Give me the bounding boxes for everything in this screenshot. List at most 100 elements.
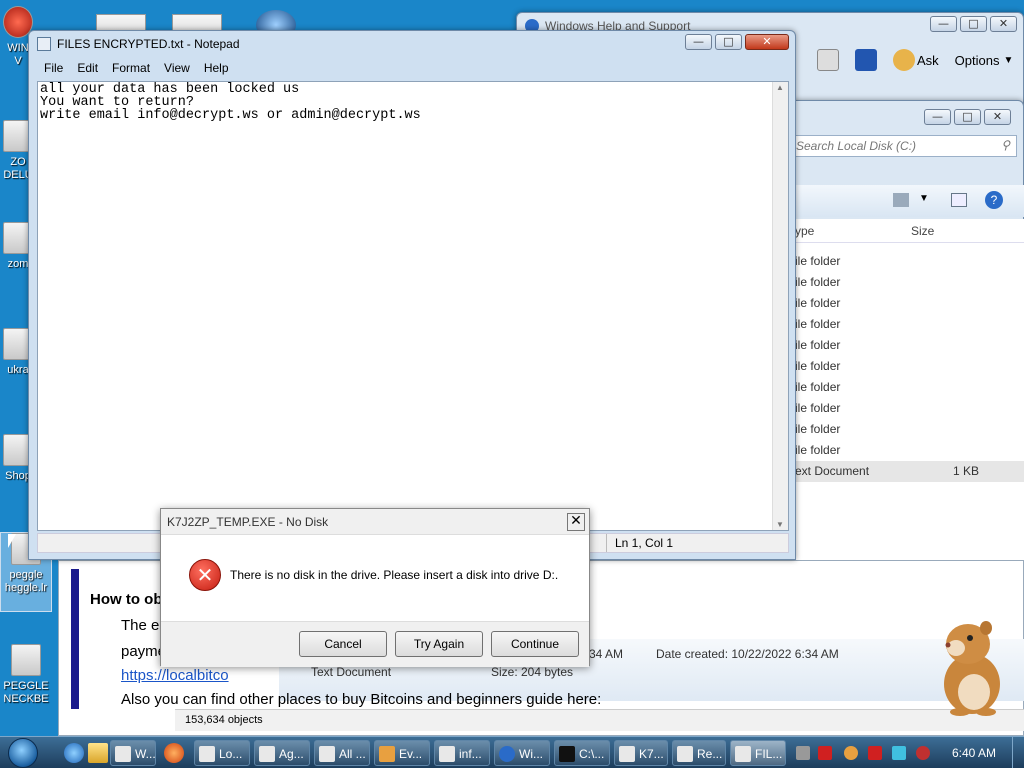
- chevron-down-icon: ▼: [1003, 54, 1014, 66]
- file-row[interactable]: ile folder: [781, 335, 1024, 356]
- taskbar-button[interactable]: K7...: [614, 740, 668, 766]
- notepad-icon: [37, 37, 51, 51]
- file-row[interactable]: ile folder: [781, 419, 1024, 440]
- flag-icon[interactable]: [868, 746, 882, 760]
- network-icon[interactable]: [892, 746, 906, 760]
- menu-view[interactable]: View: [157, 59, 197, 79]
- file-row-selected[interactable]: ext Document 1 KB: [781, 461, 1024, 482]
- chevron-down-icon[interactable]: ▼: [919, 193, 929, 204]
- file-row[interactable]: ile folder: [781, 398, 1024, 419]
- error-icon: ✕: [189, 559, 221, 591]
- start-button[interactable]: [8, 738, 38, 768]
- continue-button[interactable]: Continue: [491, 631, 579, 657]
- explorer-folder-icon[interactable]: [88, 743, 108, 763]
- taskbar-button-active[interactable]: FIL...: [730, 740, 786, 766]
- file-row[interactable]: ile folder: [781, 251, 1024, 272]
- taskbar-button[interactable]: Lo...: [194, 740, 250, 766]
- menu-help[interactable]: Help: [197, 59, 236, 79]
- editor-content[interactable]: all your data has been locked us You want…: [40, 83, 421, 123]
- dialog-footer: Cancel Try Again Continue: [161, 621, 589, 667]
- desktop-icon-label: peggle heggle.lr: [4, 569, 48, 594]
- details-modified: 34 AM: [589, 647, 624, 661]
- taskbar-button[interactable]: Ag...: [254, 740, 310, 766]
- dialog-titlebar[interactable]: K7J2ZP_TEMP.EXE - No Disk ✕: [161, 509, 589, 535]
- desktop-icon-label: ukra: [7, 364, 29, 376]
- menu-edit[interactable]: Edit: [70, 59, 105, 79]
- search-icon[interactable]: ⚲: [1001, 138, 1010, 152]
- scroll-up-icon[interactable]: ▲: [776, 83, 784, 92]
- column-type[interactable]: ype: [795, 224, 814, 238]
- views-icon[interactable]: [893, 193, 909, 207]
- minimize-button[interactable]: —: [930, 16, 957, 32]
- show-desktop-button[interactable]: [1012, 737, 1024, 768]
- tray-search-icon[interactable]: [844, 746, 858, 760]
- details-size: Size: 204 bytes: [491, 665, 574, 679]
- notepad-titlebar[interactable]: FILES ENCRYPTED.txt - Notepad — □ ✕: [29, 31, 795, 57]
- file-row[interactable]: ile folder: [781, 440, 1024, 461]
- close-button[interactable]: ✕: [990, 16, 1017, 32]
- scroll-down-icon[interactable]: ▼: [776, 520, 784, 529]
- taskbar-button-label: FIL...: [755, 747, 783, 761]
- close-button[interactable]: ✕: [984, 109, 1011, 125]
- taskbar-button[interactable]: C:\...: [554, 740, 610, 766]
- taskbar-button[interactable]: Ev...: [374, 740, 430, 766]
- text-editor[interactable]: all your data has been locked us You want…: [37, 81, 789, 531]
- print-icon[interactable]: [817, 49, 839, 71]
- tray-icon[interactable]: [818, 746, 832, 760]
- clock[interactable]: 6:40 AM: [952, 746, 996, 760]
- ask-button[interactable]: Ask: [917, 53, 939, 68]
- minimize-button[interactable]: —: [685, 34, 712, 50]
- bitcoin-link[interactable]: https://localbitco: [121, 667, 229, 684]
- app-quick-icon[interactable]: [164, 743, 184, 763]
- file-type: ile folder: [795, 443, 841, 457]
- vertical-scrollbar[interactable]: ▲ ▼: [772, 82, 788, 530]
- desktop-icon-label: WIN V: [7, 42, 29, 67]
- help-icon[interactable]: ?: [985, 191, 1003, 209]
- notepad-window[interactable]: FILES ENCRYPTED.txt - Notepad — □ ✕ File…: [28, 30, 796, 560]
- taskbar-button-label: inf...: [459, 747, 482, 761]
- menu-format[interactable]: Format: [105, 59, 157, 79]
- internet-explorer-icon[interactable]: [64, 743, 84, 763]
- taskbar-button[interactable]: Re...: [672, 740, 726, 766]
- file-type: ile folder: [795, 338, 841, 352]
- close-button[interactable]: ✕: [745, 34, 789, 50]
- file-type: ile folder: [795, 401, 841, 415]
- column-size[interactable]: Size: [911, 224, 934, 238]
- dialog-message: There is no disk in the drive. Please in…: [230, 568, 559, 582]
- file-type: ile folder: [795, 380, 841, 394]
- close-icon[interactable]: ✕: [567, 513, 585, 531]
- cancel-button[interactable]: Cancel: [299, 631, 387, 657]
- no-disk-dialog[interactable]: K7J2ZP_TEMP.EXE - No Disk ✕ ✕ There is n…: [160, 508, 590, 667]
- file-row[interactable]: ile folder: [781, 314, 1024, 335]
- file-type: ext Document: [795, 464, 870, 478]
- taskbar-button[interactable]: All ...: [314, 740, 370, 766]
- menu-file[interactable]: File: [37, 59, 70, 79]
- taskbar-button[interactable]: inf...: [434, 740, 490, 766]
- preview-pane-icon[interactable]: [951, 193, 967, 207]
- maximize-button[interactable]: □: [960, 16, 987, 32]
- taskbar-button[interactable]: Wi...: [494, 740, 550, 766]
- file-type: ile folder: [795, 275, 841, 289]
- desktop-icon-label: zom: [7, 258, 29, 270]
- desktop-icon-peggle-neckbe[interactable]: PEGGLE NECKBE: [0, 644, 52, 720]
- file-row[interactable]: ile folder: [781, 272, 1024, 293]
- file-type: ile folder: [795, 359, 841, 373]
- options-button[interactable]: Options: [955, 53, 1000, 68]
- maximize-button[interactable]: □: [954, 109, 981, 125]
- window-icon: [115, 746, 131, 762]
- hamster-desktop-pet[interactable]: [930, 614, 1010, 718]
- window-icon: [677, 746, 693, 762]
- page-accent-bar: [71, 569, 79, 709]
- minimize-button[interactable]: —: [924, 109, 951, 125]
- tray-icon[interactable]: [796, 746, 810, 760]
- file-row[interactable]: ile folder: [781, 356, 1024, 377]
- maximize-button[interactable]: □: [715, 34, 742, 50]
- notepad-icon: [735, 746, 751, 762]
- file-row[interactable]: ile folder: [781, 377, 1024, 398]
- search-input[interactable]: Search Local Disk (C:) ⚲: [781, 135, 1017, 157]
- volume-icon[interactable]: [916, 746, 930, 760]
- file-row[interactable]: ile folder: [781, 293, 1024, 314]
- try-again-button[interactable]: Try Again: [395, 631, 483, 657]
- browse-help-icon[interactable]: [855, 49, 877, 71]
- taskbar-button[interactable]: W...: [110, 740, 156, 766]
